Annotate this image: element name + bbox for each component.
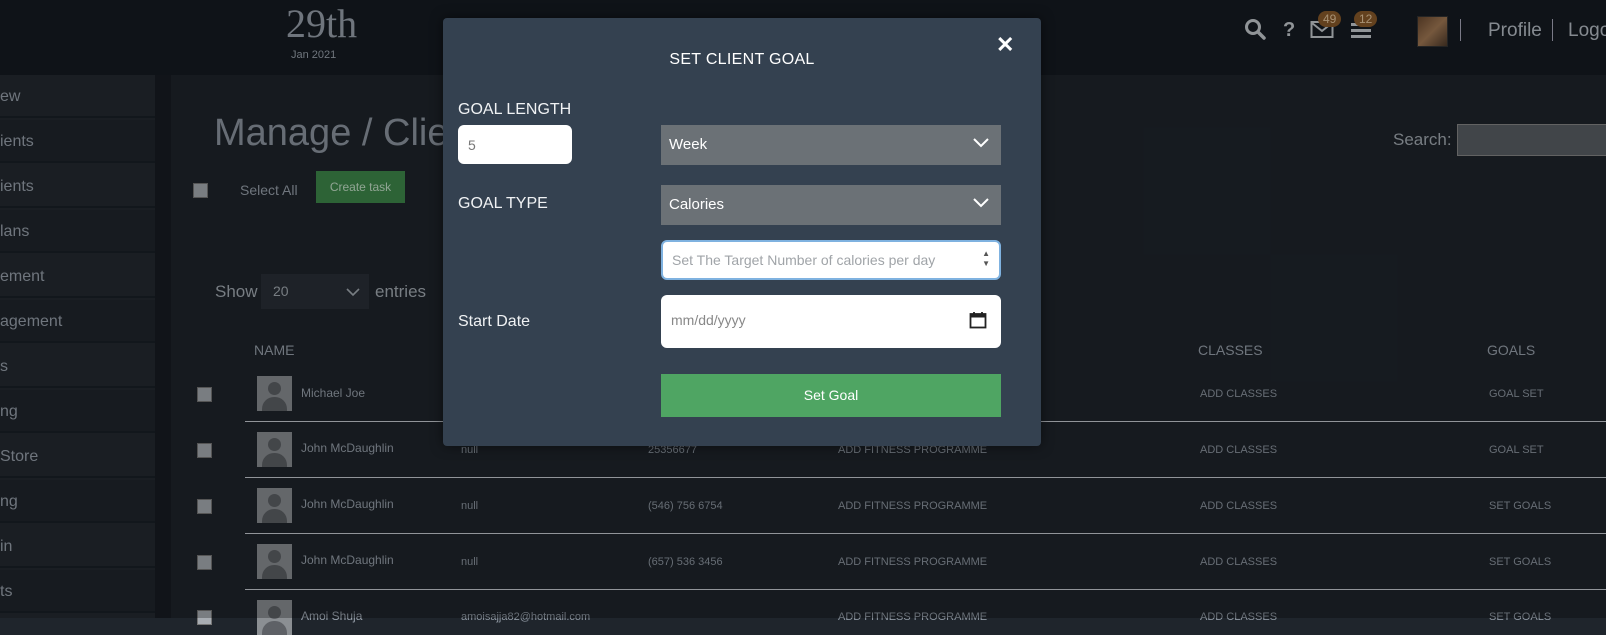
modal-title: SET CLIENT GOAL (669, 51, 815, 68)
number-spinner[interactable]: ▲ ▼ (982, 249, 990, 269)
chevron-down-icon (973, 138, 989, 148)
date-placeholder: mm/dd/yyyy (671, 312, 746, 328)
goal-type-select[interactable]: Calories (661, 185, 1001, 225)
close-icon[interactable]: ✕ (996, 32, 1014, 58)
start-date-label: Start Date (458, 313, 531, 330)
calendar-icon[interactable] (969, 311, 987, 329)
start-date-input[interactable]: mm/dd/yyyy (661, 295, 1001, 348)
goal-length-input[interactable] (458, 125, 572, 164)
chevron-down-icon (973, 198, 989, 208)
set-goal-button[interactable]: Set Goal (661, 374, 1001, 417)
target-calories-placeholder: Set The Target Number of calories per da… (672, 252, 936, 268)
goal-period-select[interactable]: Week (661, 125, 1001, 165)
set-client-goal-modal: SET CLIENT GOAL ✕ GOAL LENGTH Week GOAL … (443, 18, 1041, 446)
goal-type-label: GOAL TYPE (458, 195, 548, 212)
goal-type-value: Calories (669, 196, 725, 213)
target-calories-input[interactable]: Set The Target Number of calories per da… (661, 240, 1001, 280)
goal-period-value: Week (669, 136, 708, 153)
goal-length-label: GOAL LENGTH (458, 101, 572, 118)
